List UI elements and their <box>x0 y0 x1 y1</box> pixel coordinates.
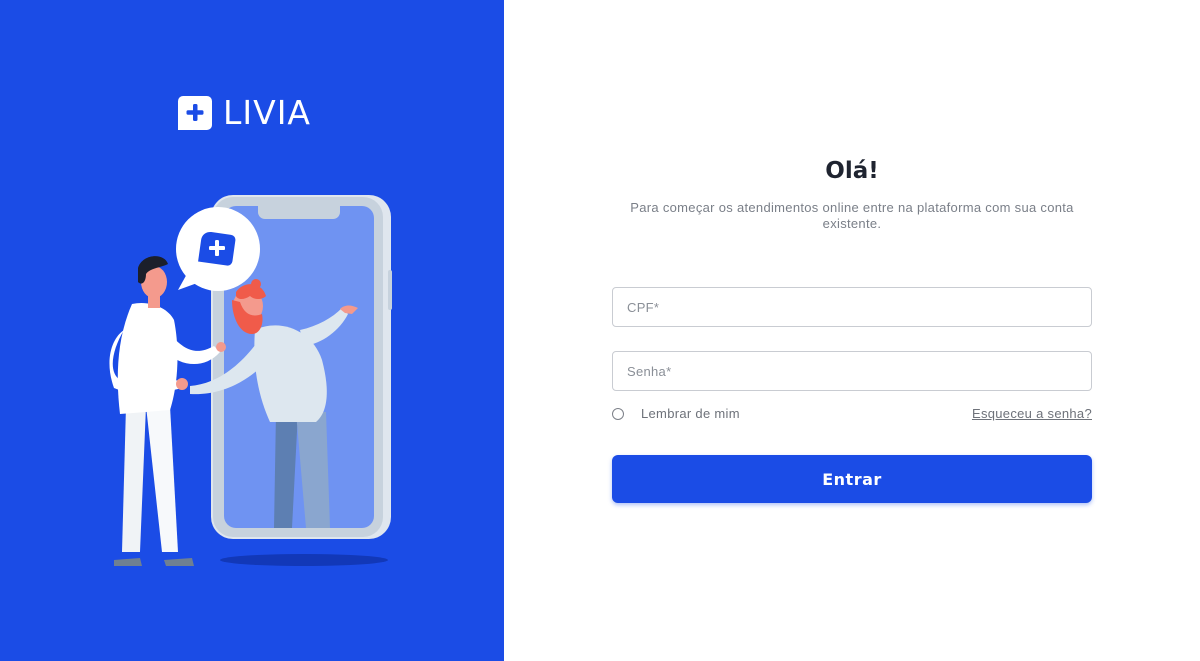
forgot-password-link[interactable]: Esqueceu a senha? <box>972 406 1092 421</box>
login-panel: Olá! Para começar os atendimentos online… <box>504 0 1200 661</box>
person-standing <box>109 256 226 566</box>
page-subtitle: Para começar os atendimentos online entr… <box>630 200 1074 231</box>
remember-me-option[interactable]: Lembrar de mim <box>612 406 740 421</box>
ground-shadow <box>220 554 388 566</box>
remember-me-radio[interactable] <box>612 407 624 420</box>
handshake-through-phone-illustration <box>109 195 392 566</box>
remember-me-label: Lembrar de mim <box>641 406 740 421</box>
speech-bubble <box>176 207 260 291</box>
page-title: Olá! <box>825 158 879 184</box>
brand-panel: LIVIA <box>0 0 504 661</box>
password-input[interactable] <box>612 351 1092 391</box>
login-button[interactable]: Entrar <box>612 455 1092 503</box>
cpf-input[interactable] <box>612 287 1092 327</box>
